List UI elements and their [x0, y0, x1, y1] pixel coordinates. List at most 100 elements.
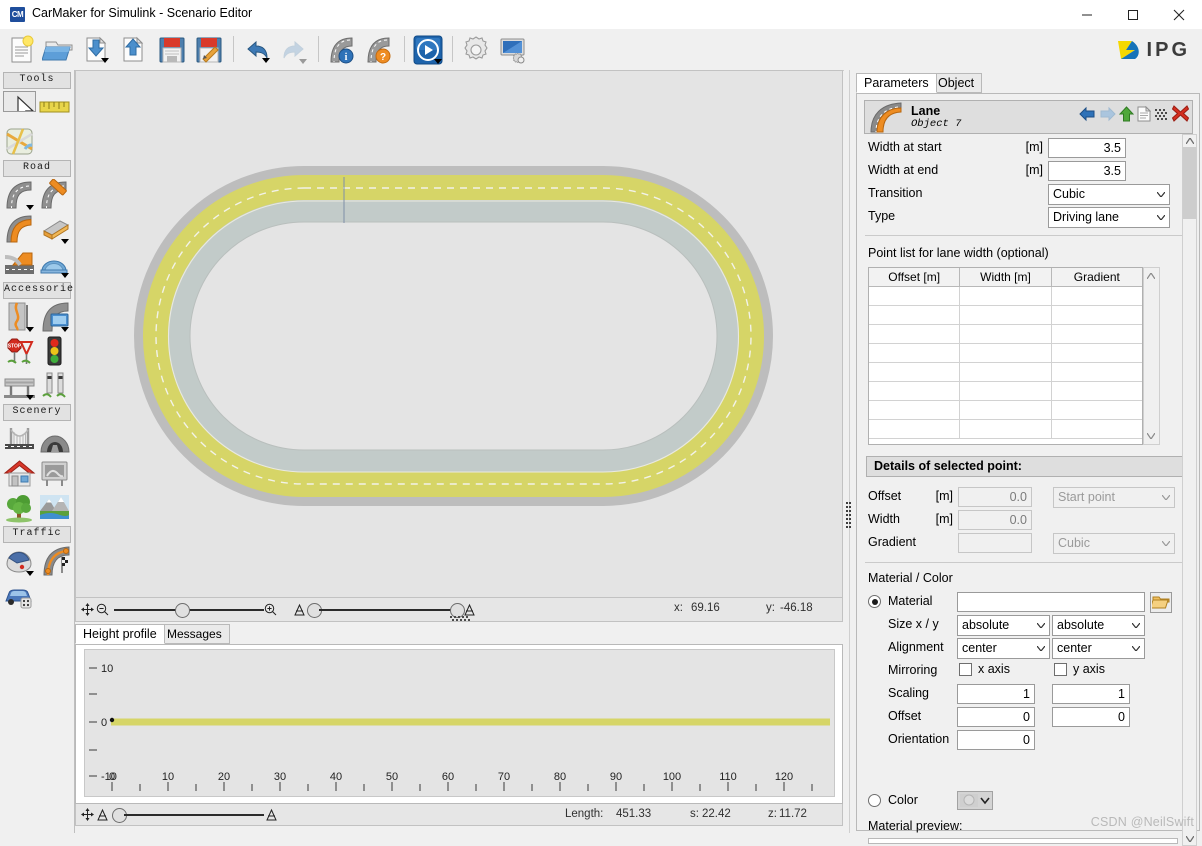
settings-gear-icon[interactable] [459, 33, 493, 67]
type-select[interactable]: Driving lane [1048, 207, 1170, 228]
scaling-x-input[interactable]: 1 [957, 684, 1035, 704]
road-help-icon[interactable]: ? [363, 33, 397, 67]
transition-select[interactable]: Cubic [1048, 184, 1170, 205]
new-file-icon[interactable] [5, 33, 39, 67]
rotate-slider-track[interactable] [319, 609, 454, 611]
maximize-button[interactable] [1110, 0, 1156, 29]
mirror-y-checkbox[interactable] [1054, 663, 1067, 676]
next-object-icon[interactable] [1099, 106, 1116, 122]
select-arrow-tool[interactable] [3, 91, 36, 112]
guardrail-tool[interactable] [3, 369, 36, 401]
scale-right-icon[interactable] [464, 603, 475, 616]
road-tunnel-tool[interactable] [38, 247, 71, 279]
landscape-tool[interactable] [38, 491, 71, 523]
export-file-icon[interactable] [116, 33, 150, 67]
close-button[interactable] [1156, 0, 1202, 29]
table-row[interactable] [869, 382, 1142, 401]
open-folder-icon[interactable] [41, 33, 76, 67]
save-as-icon[interactable] [192, 33, 226, 67]
run-play-icon[interactable] [411, 33, 445, 67]
chevron-down-icon[interactable] [26, 205, 34, 210]
tunnel-tool[interactable] [38, 423, 71, 455]
driver-helmet-tool[interactable] [3, 545, 36, 577]
redo-icon[interactable] [277, 33, 311, 67]
material-input[interactable] [957, 592, 1145, 612]
offset-input[interactable]: 0.0 [958, 487, 1032, 507]
chevron-down-icon[interactable] [101, 58, 109, 63]
undo-icon[interactable] [240, 33, 274, 67]
material-browse-button[interactable] [1150, 592, 1172, 613]
building-house-tool[interactable] [3, 457, 36, 489]
scroll-down-icon[interactable] [1186, 836, 1194, 842]
size-y-select[interactable]: absolute [1052, 615, 1145, 636]
point-list-table[interactable]: Offset [m] Width [m] Gradient [868, 267, 1143, 445]
chevron-down-icon[interactable] [61, 273, 69, 278]
mirror-x-checkbox[interactable] [959, 663, 972, 676]
chevron-down-icon[interactable] [61, 239, 69, 244]
road-ramp-tool[interactable] [3, 247, 36, 279]
material-offset-y-input[interactable]: 0 [1052, 707, 1130, 727]
chevron-down-icon[interactable] [262, 58, 270, 63]
panel-scroll-thumb[interactable] [1183, 147, 1196, 219]
scale-left-icon[interactable] [97, 808, 108, 821]
scale-left-icon[interactable] [294, 603, 305, 616]
size-x-select[interactable]: absolute [957, 615, 1050, 636]
color-radio[interactable] [868, 794, 881, 807]
road-info-icon[interactable]: i [326, 33, 360, 67]
tree-tool[interactable] [3, 491, 36, 523]
scale-right-icon[interactable] [266, 808, 277, 821]
tab-parameters[interactable]: Parameters [856, 73, 937, 93]
chevron-down-icon[interactable] [299, 59, 307, 64]
chevron-down-icon[interactable] [61, 327, 69, 332]
road-lane-tool[interactable] [3, 213, 36, 245]
chevron-down-icon[interactable] [26, 327, 34, 332]
billboard-tool[interactable] [38, 457, 71, 489]
lane-marking-tool[interactable] [3, 301, 36, 333]
chevron-down-icon[interactable] [26, 571, 34, 576]
map-overview-tool[interactable] [3, 125, 36, 157]
table-row[interactable] [869, 344, 1142, 363]
table-row[interactable] [869, 306, 1142, 325]
road-junction-tool[interactable] [38, 178, 71, 211]
move-up-icon[interactable] [1119, 105, 1134, 122]
tab-messages[interactable]: Messages [159, 624, 230, 644]
chevron-down-icon[interactable] [26, 395, 34, 400]
panel-scrollbar[interactable] [1182, 134, 1197, 846]
zoom-slider-knob[interactable] [175, 603, 190, 618]
splitter-grip-vertical[interactable] [846, 502, 852, 532]
table-row[interactable] [869, 287, 1142, 306]
route-racing-tool[interactable] [38, 545, 71, 577]
traffic-light-tool[interactable] [38, 335, 71, 367]
chevron-down-icon[interactable] [434, 59, 442, 64]
scaling-y-input[interactable]: 1 [1052, 684, 1130, 704]
zoom-out-icon[interactable] [96, 603, 109, 616]
delete-object-icon[interactable] [1172, 105, 1189, 122]
splitter-grip-horizontal[interactable] [450, 616, 472, 623]
billboard-sign-tool[interactable] [38, 301, 71, 333]
road-post-tool[interactable] [38, 369, 71, 401]
pan-move-icon[interactable] [81, 808, 94, 821]
orientation-input[interactable]: 0 [957, 730, 1035, 750]
scroll-down-icon[interactable] [1147, 433, 1155, 439]
road-bridge-profile-tool[interactable] [38, 213, 71, 245]
traffic-vehicle-tool[interactable] [3, 579, 36, 611]
detail-gradient-input[interactable] [958, 533, 1032, 553]
minimize-button[interactable] [1064, 0, 1110, 29]
material-radio[interactable] [868, 595, 881, 608]
point-list-scrollbar[interactable] [1143, 267, 1160, 445]
material-offset-x-input[interactable]: 0 [957, 707, 1035, 727]
scroll-up-icon[interactable] [1147, 273, 1155, 279]
copy-object-icon[interactable] [1154, 106, 1169, 122]
table-row[interactable] [869, 420, 1142, 439]
gradient-mode-select[interactable]: Cubic [1053, 533, 1175, 554]
tab-height-profile[interactable]: Height profile [75, 624, 165, 644]
table-row[interactable] [869, 401, 1142, 420]
detail-width-input[interactable]: 0.0 [958, 510, 1032, 530]
previous-object-icon[interactable] [1079, 106, 1096, 122]
height-profile-plot[interactable]: 10 0 -10 0 10 20 30 40 50 60 70 80 90 10… [84, 649, 835, 797]
new-object-icon[interactable] [1137, 105, 1151, 122]
save-icon[interactable] [155, 33, 189, 67]
alignment-x-select[interactable]: center [957, 638, 1050, 659]
tab-object-list[interactable]: Object List [930, 73, 983, 109]
bridge-tool[interactable] [3, 423, 36, 455]
